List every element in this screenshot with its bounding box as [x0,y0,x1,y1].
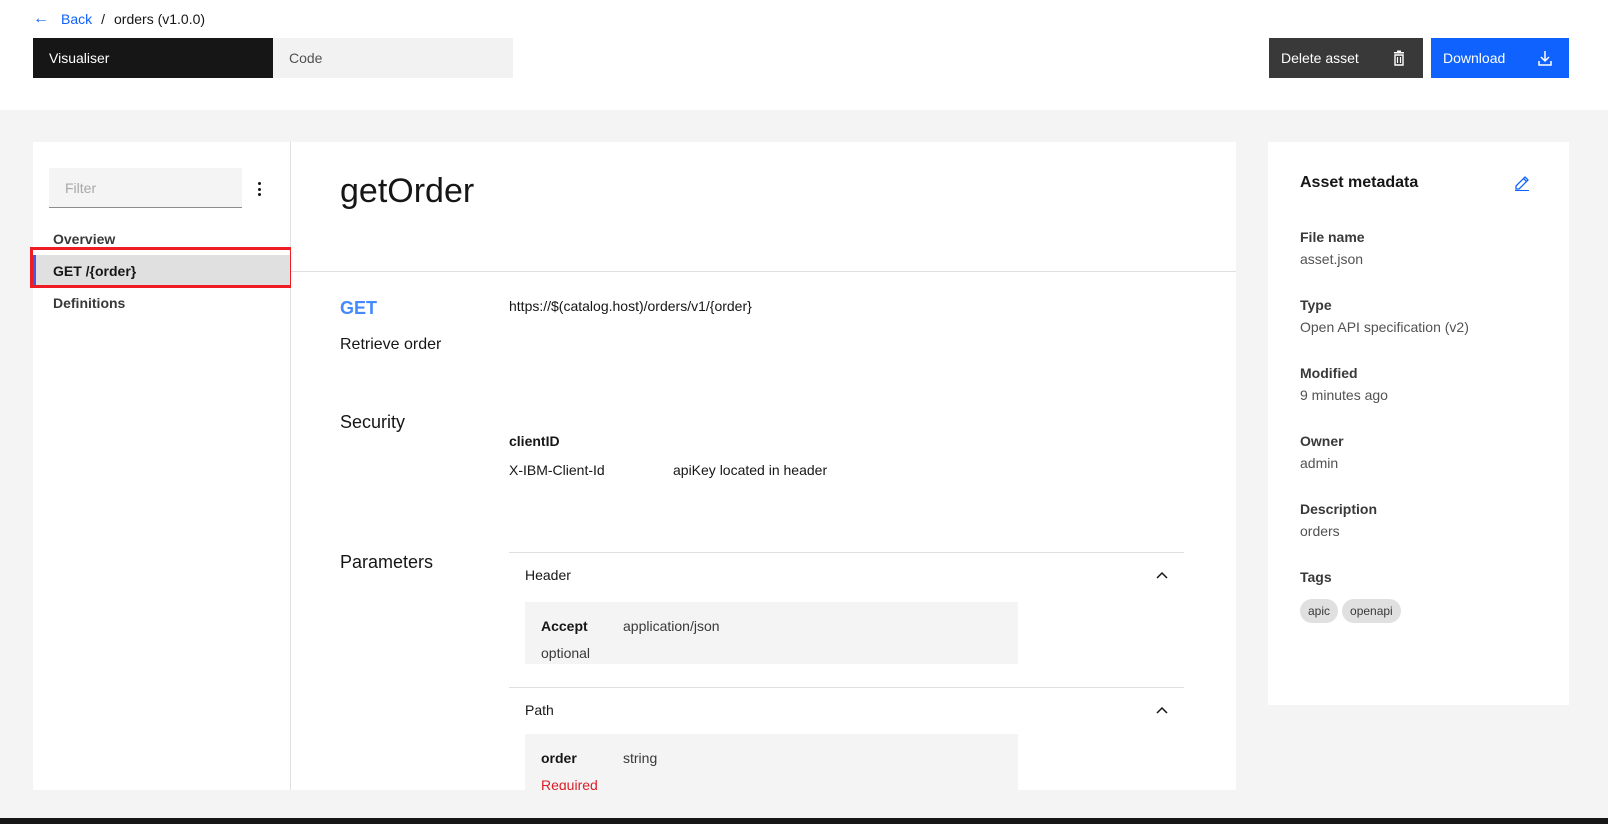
param-optional: optional [541,645,591,661]
chevron-up-icon [1156,571,1168,579]
view-switcher: Visualiser Code [33,38,513,78]
meta-modified: Modified 9 minutes ago [1300,365,1388,403]
accordion-label: Header [525,566,571,583]
sidebar: Filter Overview GET /{order} Definitions [33,142,291,790]
param-type: application/json [623,618,720,634]
overflow-menu-icon[interactable] [256,182,262,196]
accordion-toggle-path[interactable]: Path [509,687,1184,731]
trash-icon [1394,50,1404,66]
meta-description: Description orders [1300,501,1377,539]
method-badge: GET [340,298,378,318]
meta-value: 9 minutes ago [1300,387,1388,403]
edit-icon[interactable] [1514,175,1530,191]
accordion-path-section: Path [509,687,1184,731]
meta-value: asset.json [1300,251,1364,267]
accordion-toggle-header[interactable]: Header [509,552,1184,596]
meta-label: File name [1300,229,1365,245]
operation-summary: Retrieve order [340,336,442,353]
meta-value: Open API specification (v2) [1300,319,1469,335]
breadcrumb-current: orders (v1.0.0) [114,11,206,27]
meta-value: orders [1300,523,1340,539]
download-button[interactable]: Download [1431,38,1569,78]
security-scheme-name: clientID [509,433,560,449]
delete-asset-label: Delete asset [1281,50,1359,66]
tag[interactable]: openapi [1342,599,1401,623]
param-card: Accept application/json optional [525,602,1018,664]
filter-input[interactable]: Filter [49,168,242,208]
breadcrumb: ← Back / orders (v1.0.0) [33,10,205,28]
tag-list: apic openapi [1300,599,1401,623]
param-card: order string Required [525,734,1018,790]
tag[interactable]: apic [1300,599,1339,623]
back-arrow-icon[interactable]: ← [33,10,49,28]
security-heading: Security [340,412,406,432]
meta-file-name: File name asset.json [1300,229,1365,267]
download-icon [1538,51,1552,66]
selection-highlight-box [30,247,293,288]
param-required: Required [541,777,598,790]
param-name: order [541,750,577,766]
chevron-up-icon [1156,706,1168,714]
meta-label: Description [1300,501,1378,517]
meta-type: Type Open API specification (v2) [1300,297,1469,335]
top-bar: ← Back / orders (v1.0.0) Visualiser Code… [0,0,1608,110]
meta-owner: Owner admin [1300,433,1344,471]
param-type: string [623,750,658,766]
accordion-label: Path [525,701,554,718]
delete-asset-button[interactable]: Delete asset [1269,38,1423,78]
param-name: Accept [541,618,588,634]
metadata-title: Asset metadata [1300,174,1419,191]
meta-tags: Tags apic openapi [1300,569,1401,623]
taskbar-strip [0,818,1608,824]
meta-label: Owner [1300,433,1344,449]
action-buttons: Delete asset Download [1269,38,1569,78]
breadcrumb-separator: / [101,11,106,27]
security-scheme-description: apiKey located in header [673,462,828,478]
meta-label: Type [1300,297,1332,313]
meta-label: Tags [1300,569,1332,585]
download-label: Download [1443,50,1506,66]
title-divider [291,271,1236,272]
parameters-heading: Parameters [340,552,434,572]
page-title: getOrder [340,172,475,210]
back-link[interactable]: Back [61,11,92,27]
asset-metadata-panel: Asset metadata File name asset.json Type… [1268,142,1569,705]
meta-label: Modified [1300,365,1358,381]
accordion-header-section: Header [509,552,1184,596]
sidebar-item-definitions[interactable]: Definitions [33,287,291,319]
visualiser-tab[interactable]: Visualiser [33,38,273,78]
operation-detail: getOrder GET https://$(catalog.host)/ord… [291,142,1236,790]
security-scheme-key: X-IBM-Client-Id [509,462,605,478]
endpoint-url: https://$(catalog.host)/orders/v1/{order… [509,298,752,314]
code-tab[interactable]: Code [273,38,513,78]
meta-value: admin [1300,455,1339,471]
